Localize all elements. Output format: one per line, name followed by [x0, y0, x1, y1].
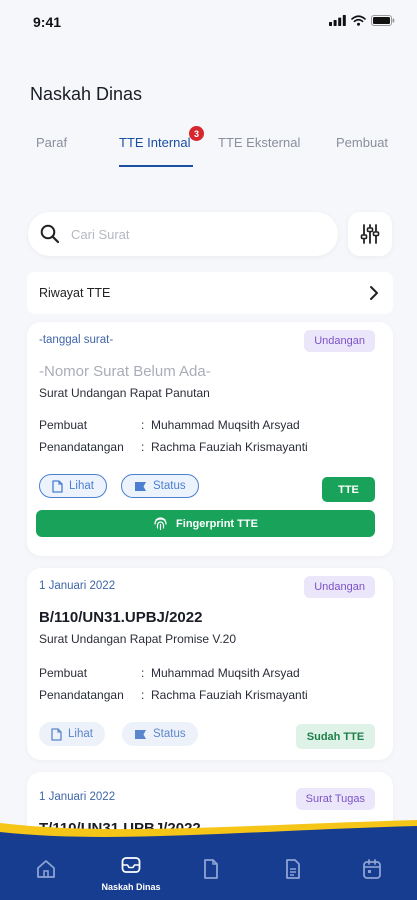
maker-label: Pembuat — [39, 666, 88, 680]
document-icon — [52, 479, 63, 493]
cellular-signal-icon — [329, 15, 346, 26]
view-label: Lihat — [69, 480, 94, 492]
card-number: -Nomor Surat Belum Ada- — [39, 363, 211, 380]
signer-value: Rachma Fauziah Krismayanti — [151, 440, 308, 454]
card-date: 1 Januari 2022 — [39, 791, 116, 803]
bottom-navigation: Naskah Dinas — [0, 820, 417, 900]
view-button[interactable]: Lihat — [39, 474, 107, 498]
category-badge: Undangan — [304, 330, 375, 352]
card-subject: Surat Undangan Rapat Promise V.20 — [39, 632, 237, 646]
separator: : — [141, 666, 145, 680]
tte-status-badge: Sudah TTE — [296, 724, 375, 749]
status-button[interactable]: Status — [122, 722, 198, 746]
category-badge: Undangan — [304, 576, 375, 598]
sliders-icon — [360, 224, 380, 244]
status-label: Status — [153, 728, 186, 740]
tab-tte-eksternal[interactable]: TTE Eksternal — [218, 135, 300, 150]
flag-icon — [135, 481, 146, 491]
maker-value: Muhammad Muqsith Arsyad — [151, 418, 300, 432]
nav-calendar[interactable] — [342, 858, 402, 880]
active-tab-indicator — [119, 165, 193, 167]
view-button[interactable]: Lihat — [39, 722, 105, 746]
tte-status-badge: TTE — [322, 477, 375, 502]
filter-button[interactable] — [348, 212, 392, 256]
card-date: 1 Januari 2022 — [39, 580, 116, 592]
calendar-icon — [363, 859, 381, 879]
nav-home[interactable] — [16, 858, 76, 880]
separator: : — [141, 440, 145, 454]
search-icon — [40, 224, 60, 244]
separator: : — [141, 418, 145, 432]
document-card[interactable]: 1 Januari 2022 Undangan B/110/UN31.UPBJ/… — [27, 568, 393, 760]
inbox-icon — [121, 857, 141, 873]
tab-tte-internal[interactable]: TTE Internal — [119, 135, 191, 150]
category-badge: Surat Tugas — [295, 788, 375, 810]
page-title: Naskah Dinas — [30, 84, 143, 104]
home-icon — [37, 860, 55, 878]
card-number: B/110/UN31.UPBJ/2022 — [39, 609, 203, 626]
notification-badge: 3 — [189, 126, 204, 141]
nav-naskah-dinas[interactable]: Naskah Dinas — [101, 854, 161, 892]
document-card[interactable]: -tanggal surat- Undangan -Nomor Surat Be… — [27, 322, 393, 556]
status-label: Status — [153, 480, 186, 492]
status-button[interactable]: Status — [121, 474, 199, 498]
flag-icon — [135, 729, 146, 739]
separator: : — [141, 688, 145, 702]
card-subject: Surat Undangan Rapat Panutan — [39, 386, 210, 400]
view-label: Lihat — [68, 728, 93, 740]
fingerprint-icon — [154, 517, 167, 531]
maker-label: Pembuat — [39, 418, 88, 432]
nav-document-list[interactable] — [263, 858, 323, 880]
document-lines-icon — [286, 859, 300, 879]
document-icon — [51, 727, 62, 741]
search-input[interactable]: Cari Surat — [28, 212, 338, 256]
nav-label: Naskah Dinas — [101, 882, 161, 892]
signer-label: Penandatangan — [39, 440, 124, 454]
signer-value: Rachma Fauziah Krismayanti — [151, 688, 308, 702]
nav-document[interactable] — [181, 858, 241, 880]
tab-paraf[interactable]: Paraf — [36, 135, 67, 150]
history-label: Riwayat TTE — [39, 286, 111, 300]
status-time: 9:41 — [33, 14, 62, 30]
fingerprint-label: Fingerprint TTE — [176, 517, 258, 530]
search-placeholder: Cari Surat — [71, 227, 130, 242]
document-icon — [204, 859, 218, 879]
card-date: -tanggal surat- — [39, 334, 114, 346]
status-bar: 9:41 — [0, 0, 417, 44]
tab-bar: Paraf TTE Internal TTE Eksternal Pembuat — [0, 130, 417, 168]
chevron-right-icon — [370, 286, 378, 300]
history-row[interactable]: Riwayat TTE — [27, 272, 393, 314]
maker-value: Muhammad Muqsith Arsyad — [151, 666, 300, 680]
wifi-icon — [351, 15, 366, 26]
tab-pembuat[interactable]: Pembuat — [336, 135, 388, 150]
battery-icon — [371, 15, 395, 26]
signer-label: Penandatangan — [39, 688, 124, 702]
fingerprint-tte-button[interactable]: Fingerprint TTE — [36, 510, 375, 537]
status-icons — [329, 15, 395, 26]
